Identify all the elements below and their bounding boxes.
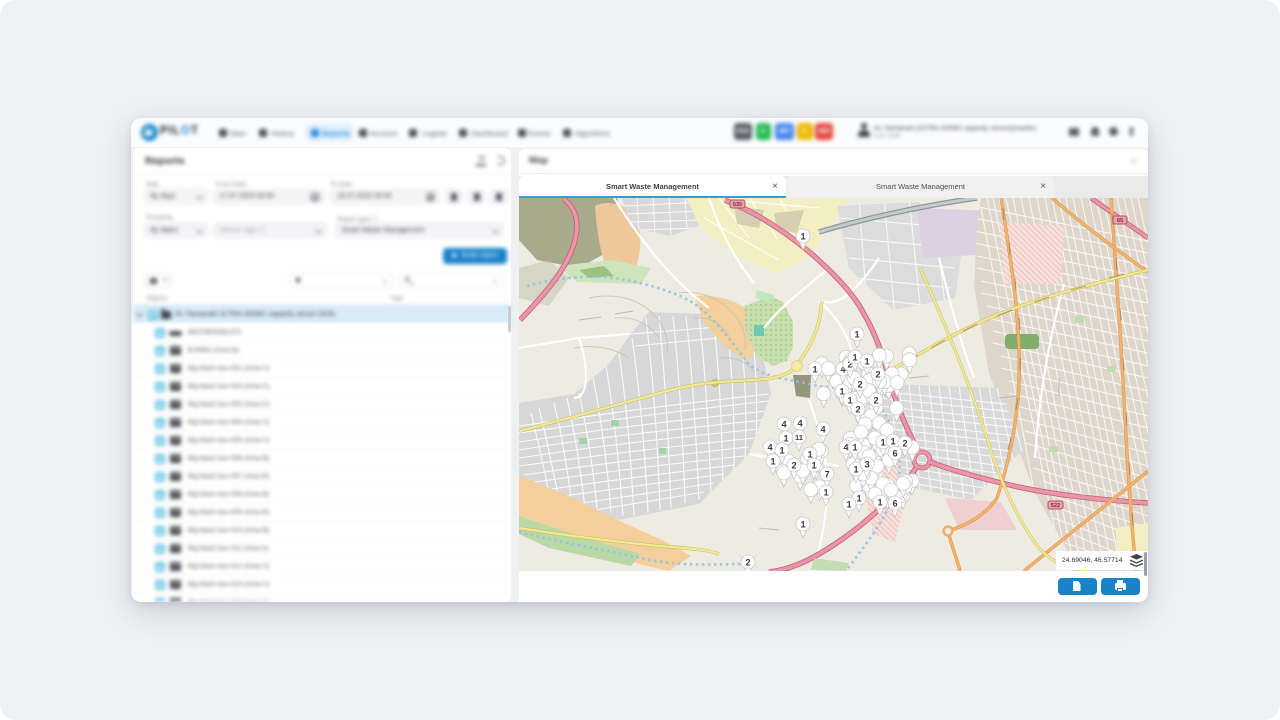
- svg-text:1: 1: [811, 460, 816, 470]
- svg-text:2: 2: [902, 438, 907, 448]
- svg-text:4: 4: [781, 419, 787, 429]
- svg-text:1: 1: [800, 231, 805, 241]
- svg-text:1: 1: [880, 437, 885, 447]
- svg-text:522: 522: [1051, 503, 1060, 509]
- svg-text:1: 1: [877, 497, 882, 507]
- svg-text:1: 1: [852, 442, 857, 452]
- svg-text:3: 3: [864, 459, 869, 469]
- svg-text:2: 2: [873, 395, 878, 405]
- svg-text:2: 2: [791, 460, 796, 470]
- svg-text:535: 535: [733, 202, 742, 208]
- svg-text:1: 1: [823, 487, 828, 497]
- svg-text:1: 1: [852, 352, 857, 362]
- svg-text:1: 1: [864, 356, 869, 366]
- svg-text:1: 1: [856, 493, 861, 503]
- svg-text:1: 1: [846, 499, 851, 509]
- svg-text:2: 2: [875, 369, 880, 379]
- svg-text:4: 4: [797, 418, 803, 428]
- svg-text:4: 4: [820, 424, 826, 434]
- svg-text:6: 6: [892, 448, 897, 458]
- svg-text:65: 65: [1117, 218, 1123, 224]
- svg-text:11: 11: [795, 433, 804, 442]
- svg-text:1: 1: [847, 395, 852, 405]
- svg-text:2: 2: [857, 379, 862, 389]
- svg-text:2: 2: [745, 557, 750, 567]
- svg-text:1: 1: [812, 364, 817, 374]
- svg-text:6: 6: [892, 498, 897, 508]
- svg-text:1: 1: [839, 386, 844, 396]
- svg-text:7: 7: [824, 469, 829, 479]
- svg-text:4: 4: [767, 442, 773, 452]
- svg-text:1: 1: [853, 464, 858, 474]
- svg-text:1: 1: [783, 433, 788, 443]
- svg-text:1: 1: [779, 445, 784, 455]
- svg-text:1: 1: [770, 456, 775, 466]
- svg-text:2: 2: [855, 404, 860, 414]
- svg-text:1: 1: [800, 519, 805, 529]
- svg-text:1: 1: [854, 329, 859, 339]
- svg-text:1: 1: [890, 436, 895, 446]
